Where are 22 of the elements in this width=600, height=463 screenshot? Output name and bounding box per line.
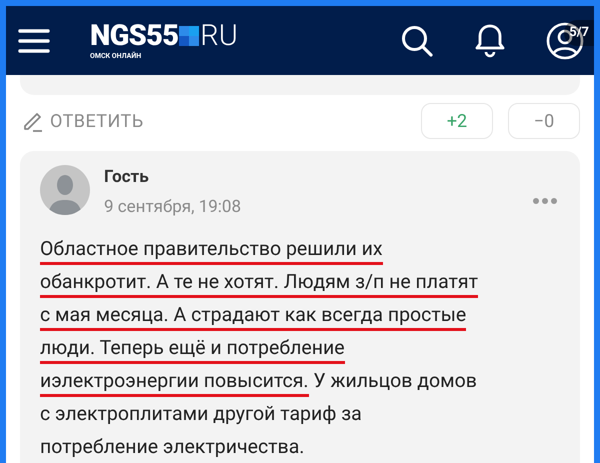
more-icon[interactable] (532, 197, 558, 205)
menu-icon[interactable] (18, 28, 50, 54)
logo-text[interactable]: NGS55 (90, 22, 178, 50)
comment-text: иэлектроэнергии повысится. (40, 369, 309, 397)
upvote-button[interactable]: +2 (421, 103, 493, 139)
downvote-button[interactable]: −0 (508, 103, 580, 139)
bell-icon[interactable] (474, 22, 506, 58)
comment-text: люди. Теперь ещё и потребление (40, 336, 345, 364)
comment-text: У жильцов домов (312, 369, 477, 392)
comment-text: обанкротит. А те не хотят. Людям з/п не платят (40, 270, 478, 298)
comment-text: Областное правительство решили их (40, 237, 383, 265)
reply-link[interactable]: ОТВЕТИТЬ (50, 108, 144, 134)
comment-text: с электроплитами другой тариф за (40, 402, 362, 425)
squares-icon (179, 26, 200, 46)
search-icon[interactable] (400, 24, 434, 58)
comment-date: 9 сентября, 19:08 (104, 196, 242, 218)
avatar-icon (40, 165, 90, 215)
logo-domain[interactable]: RU (200, 22, 238, 50)
comment-text: потребление электричества. (40, 435, 304, 458)
comment-text: с мая месяца. А страдают как всегда простые (40, 303, 466, 331)
author-name: Гость (104, 166, 150, 189)
pencil-icon (22, 110, 44, 132)
